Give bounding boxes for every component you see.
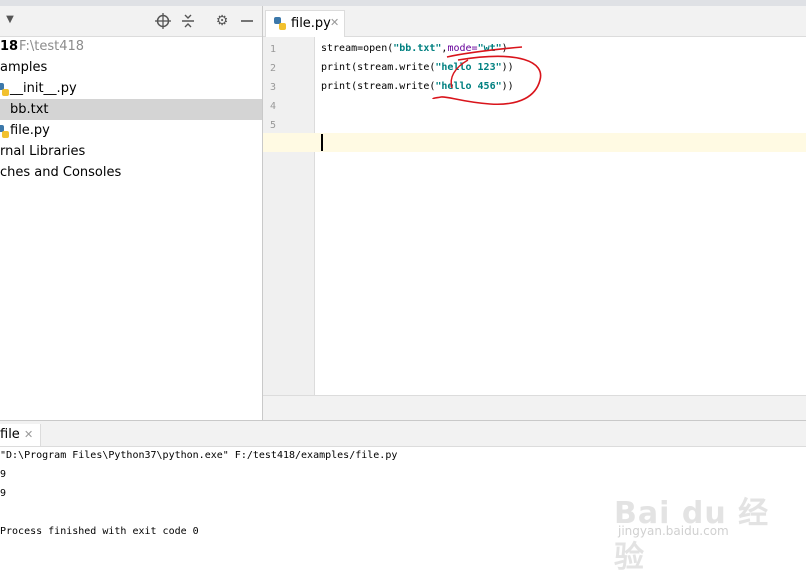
- console-line: 9: [0, 469, 7, 480]
- project-root-path: F:\test418: [19, 39, 85, 54]
- line-number: 5: [269, 120, 277, 131]
- text-caret: [321, 134, 323, 151]
- watermark-url: jingyan.baidu.com: [618, 524, 729, 538]
- run-panel-header: file ✕: [0, 420, 806, 447]
- tree-root-row[interactable]: 18 F:\test418: [0, 36, 262, 57]
- code-line-1[interactable]: stream=open("bb.txt",mode="wt"): [321, 43, 508, 54]
- line-number: 4: [269, 101, 277, 112]
- tree-item-label: ches and Consoles: [0, 165, 122, 180]
- line-number: 2: [269, 63, 277, 74]
- code-string: "wt": [477, 43, 502, 54]
- code-token: print(stream.write(: [321, 81, 436, 92]
- close-tab-icon[interactable]: ✕: [24, 428, 33, 441]
- tree-item-init[interactable]: __init__.py: [0, 78, 262, 99]
- code-string: "bb.txt": [393, 43, 442, 54]
- gear-icon[interactable]: ⚙: [214, 13, 230, 29]
- dropdown-arrow-icon[interactable]: ▼: [2, 12, 18, 28]
- code-string: "hello 123": [435, 62, 502, 73]
- python-file-icon: [274, 17, 286, 34]
- python-file-icon: [0, 82, 9, 96]
- editor-tab-file-py[interactable]: file.py ✕: [265, 10, 345, 37]
- code-token: print(stream.write(: [321, 62, 436, 73]
- tree-item-label: file.py: [10, 123, 50, 138]
- tree-item-external-libraries[interactable]: rnal Libraries: [0, 141, 262, 162]
- console-line: Process finished with exit code 0: [0, 526, 199, 537]
- project-toolbar: ▼ ⚙: [0, 6, 262, 37]
- close-tab-icon[interactable]: ✕: [330, 16, 339, 29]
- tree-item-bb-txt[interactable]: bb.txt: [0, 99, 262, 120]
- code-token: stream=open(: [321, 43, 394, 54]
- editor-tab-label: file.py: [291, 16, 331, 31]
- tree-item-label: rnal Libraries: [0, 144, 86, 159]
- run-tab-file[interactable]: file ✕: [0, 424, 41, 446]
- editor-bottom-bar: [263, 395, 806, 421]
- code-token: ): [501, 43, 508, 54]
- minimize-icon[interactable]: [239, 13, 255, 29]
- code-line-2[interactable]: print(stream.write("hello 123")): [321, 62, 514, 73]
- tree-item-examples[interactable]: amples: [0, 57, 262, 78]
- code-token: )): [501, 81, 514, 92]
- run-tab-label: file: [0, 427, 20, 442]
- code-token: )): [501, 62, 514, 73]
- editor-tab-bar: file.py ✕: [263, 6, 806, 37]
- code-line-3[interactable]: print(stream.write("hello 456")): [321, 81, 514, 92]
- python-file-icon: [0, 124, 9, 138]
- code-string: "hello 456": [435, 81, 502, 92]
- line-number: 3: [269, 82, 277, 93]
- line-number-gutter: 1 2 3 4 5 6: [263, 37, 315, 395]
- project-root-name: 18: [0, 39, 19, 54]
- tree-item-label: amples: [0, 60, 48, 75]
- console-line: 9: [0, 488, 7, 499]
- current-line-highlight: [263, 133, 806, 152]
- tree-item-label: bb.txt: [10, 102, 49, 117]
- locate-crosshair-icon[interactable]: [155, 13, 171, 29]
- baidu-watermark: Bai du 经验 jingyan.baidu.com: [604, 488, 774, 575]
- console-line: "D:\Program Files\Python37\python.exe" F…: [0, 450, 398, 461]
- tree-item-scratches[interactable]: ches and Consoles: [0, 162, 262, 183]
- project-panel: ▼ ⚙ 18 F:\test418 amples __init__.py bb.…: [0, 6, 263, 420]
- tree-item-label: __init__.py: [10, 81, 77, 96]
- tree-item-file-py[interactable]: file.py: [0, 120, 262, 141]
- collapse-all-icon[interactable]: [180, 13, 196, 29]
- line-number: 1: [269, 44, 277, 55]
- code-param: mode=: [447, 43, 478, 54]
